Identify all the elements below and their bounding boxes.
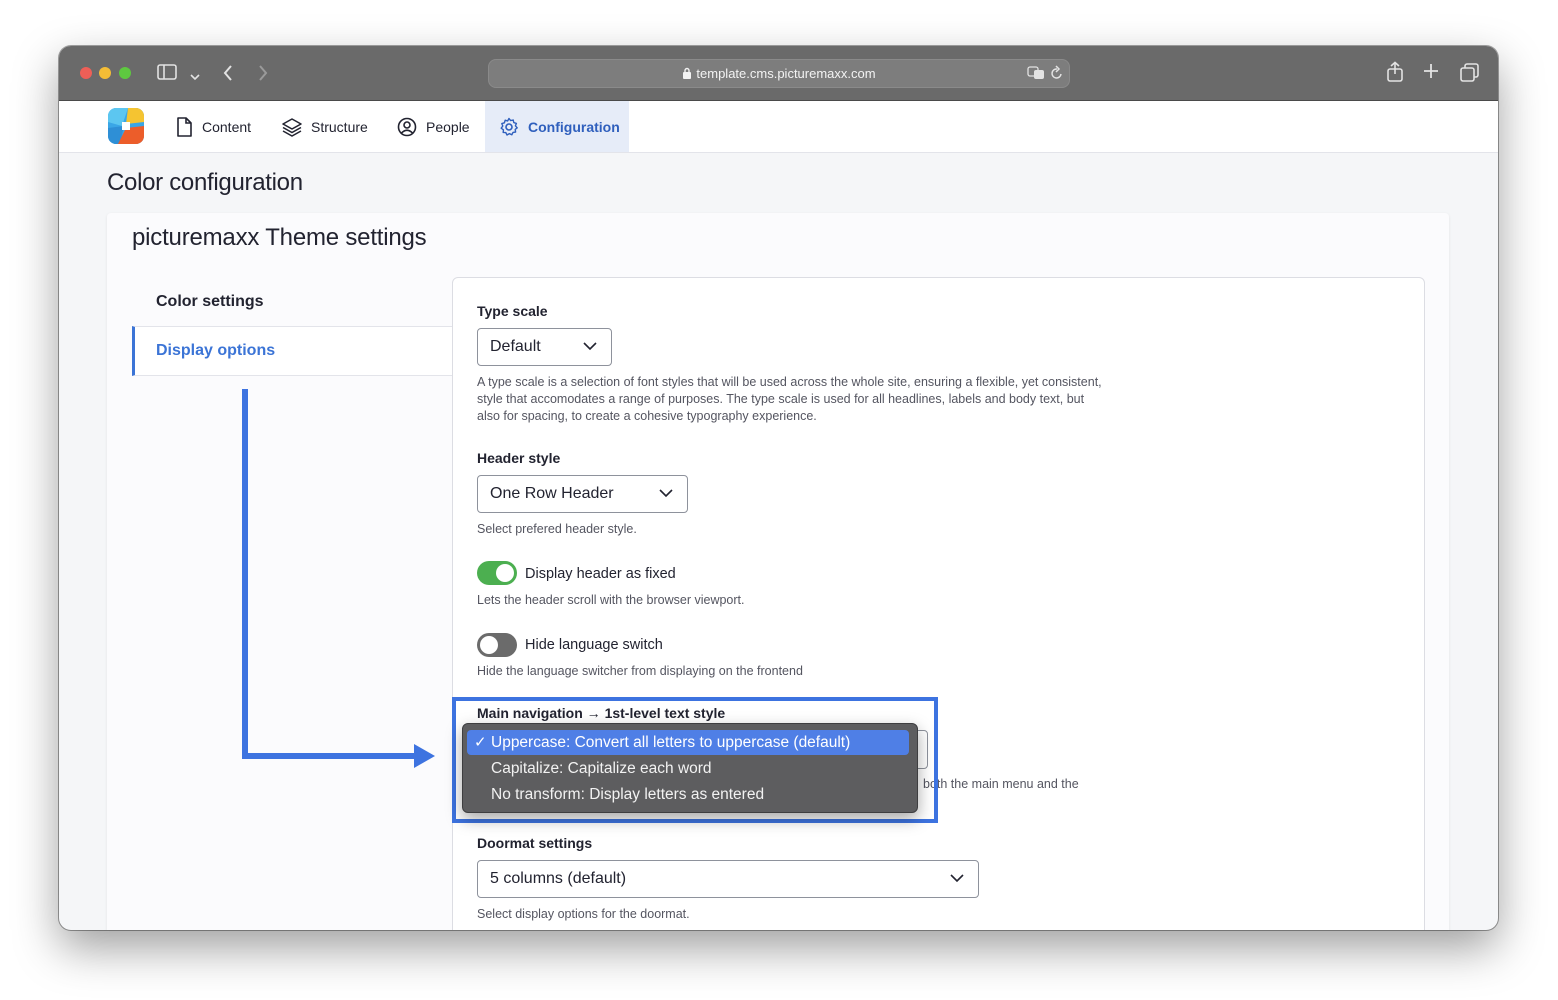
back-icon[interactable] [222, 64, 234, 87]
header-style-description: Select prefered header style. [477, 522, 637, 536]
dropdown-option-uppercase[interactable]: ✓ Uppercase: Convert all letters to uppe… [467, 730, 909, 755]
annotation-arrow-head [414, 744, 435, 768]
site-logo[interactable] [108, 108, 144, 144]
toolbar-item-structure[interactable]: Structure [282, 101, 368, 152]
type-scale-description: A type scale is a selection of font styl… [477, 375, 1102, 423]
annotation-arrow-line [242, 753, 417, 759]
tab-color-settings[interactable]: Color settings [132, 278, 452, 326]
reload-icon[interactable] [1050, 65, 1064, 86]
address-bar[interactable]: template.cms.picturemaxx.com [488, 59, 1070, 88]
url-text: template.cms.picturemaxx.com [696, 66, 876, 81]
fullscreen-window-button[interactable] [119, 67, 131, 79]
doormat-description: Select display options for the doormat. [477, 907, 690, 921]
doormat-label: Doormat settings [477, 835, 593, 851]
fixed-header-label: Display header as fixed [525, 566, 676, 582]
chevron-down-icon[interactable] [190, 68, 200, 86]
option-label: Capitalize: Capitalize each word [491, 759, 712, 777]
card-title: picturemaxx Theme settings [132, 224, 427, 251]
toolbar-item-label: People [426, 118, 470, 135]
page-title: Color configuration [107, 169, 303, 196]
dropdown-menu: ✓ Uppercase: Convert all letters to uppe… [462, 723, 918, 813]
type-scale-select[interactable]: Default [477, 328, 612, 366]
toolbar-item-label: Structure [311, 118, 368, 135]
fixed-header-description: Lets the header scroll with the browser … [477, 593, 745, 607]
tab-display-options[interactable]: Display options [132, 326, 455, 376]
option-label: Uppercase: Convert all letters to upperc… [491, 733, 851, 751]
file-icon [177, 116, 192, 137]
toolbar-item-content[interactable]: Content [175, 101, 251, 152]
url-row: template.cms.picturemaxx.com [489, 66, 1069, 81]
chevron-down-icon [950, 874, 964, 883]
dropdown-option-capitalize[interactable]: Capitalize: Capitalize each word [467, 756, 909, 781]
type-scale-value: Default [490, 338, 541, 355]
close-window-button[interactable] [80, 67, 92, 79]
minimize-window-button[interactable] [99, 67, 111, 79]
toolbar-item-label: Configuration [528, 118, 620, 135]
toolbar-item-label: Content [202, 118, 252, 135]
admin-toolbar: Content Structure People Configuration [59, 101, 1498, 153]
doormat-select[interactable]: 5 columns (default) [477, 860, 979, 898]
lock-icon [683, 67, 692, 79]
forward-icon[interactable] [257, 64, 269, 87]
fixed-header-toggle[interactable] [477, 561, 517, 585]
sidebar-toggle-icon[interactable] [157, 64, 177, 85]
toggle-knob [496, 564, 514, 582]
share-icon[interactable] [1386, 61, 1404, 88]
option-label: No transform: Display letters as entered [491, 785, 765, 803]
tab-label: Color settings [156, 293, 264, 310]
tab-overview-icon[interactable] [1460, 63, 1479, 87]
header-style-select[interactable]: One Row Header [477, 475, 688, 513]
language-switch-label: Hide language switch [525, 637, 663, 653]
dropdown-option-no-transform[interactable]: No transform: Display letters as entered [467, 782, 909, 807]
tab-label: Display options [156, 342, 276, 359]
new-tab-icon[interactable] [1423, 63, 1439, 84]
annotation-arrow-line [242, 389, 248, 759]
doormat-value: 5 columns (default) [490, 870, 627, 887]
layers-icon [282, 117, 302, 137]
toolbar-item-people[interactable]: People [397, 101, 470, 152]
header-style-value: One Row Header [490, 485, 614, 502]
browser-chrome: template.cms.picturemaxx.com [59, 46, 1498, 101]
toolbar-item-configuration[interactable]: Configuration [485, 101, 629, 152]
user-circle-icon [397, 117, 417, 136]
translate-icon[interactable] [1027, 65, 1045, 86]
language-switch-description: Hide the language switcher from displayi… [477, 664, 803, 678]
language-switch-toggle[interactable] [477, 633, 517, 657]
toggle-knob [480, 636, 498, 654]
chevron-down-icon [659, 489, 673, 498]
chevron-down-icon [583, 342, 597, 351]
browser-window: template.cms.picturemaxx.com Content Str… [59, 46, 1498, 930]
checkmark-icon: ✓ [474, 734, 487, 751]
header-style-label: Header style [477, 450, 561, 466]
gear-icon [500, 117, 518, 136]
main-nav-description: both the main menu and the [921, 776, 1079, 793]
type-scale-label: Type scale [477, 303, 548, 319]
